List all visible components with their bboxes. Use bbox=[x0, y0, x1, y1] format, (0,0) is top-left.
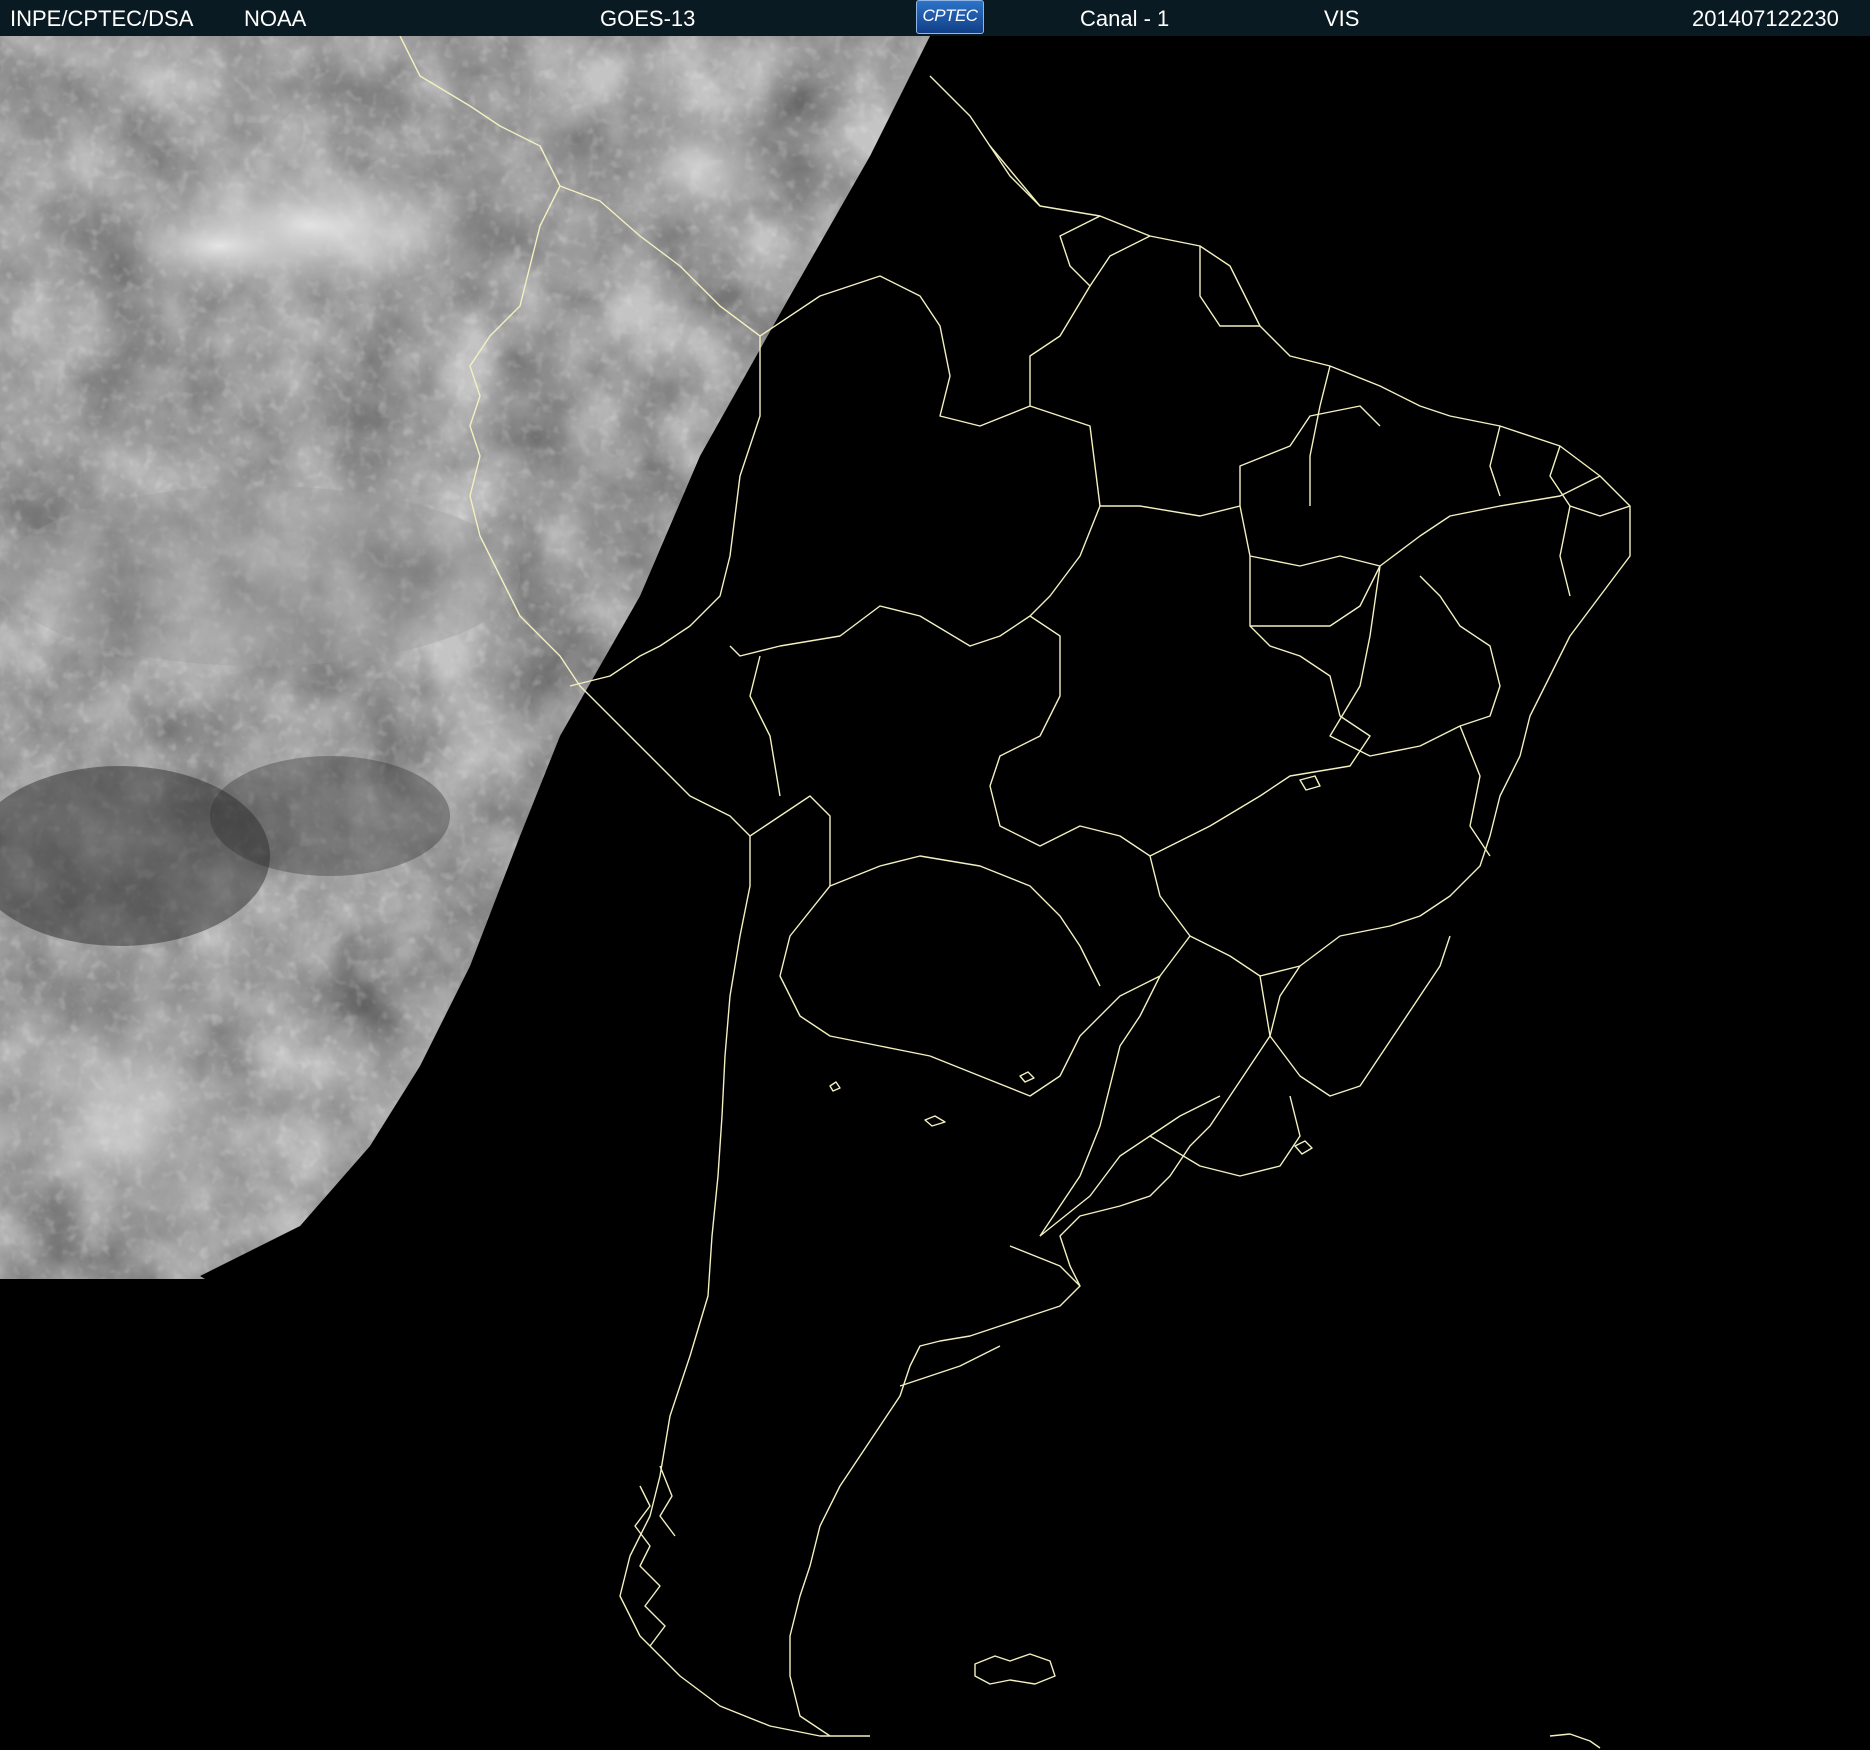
agency-label: INPE/CPTEC/DSA bbox=[10, 6, 194, 31]
band-label: VIS bbox=[1324, 6, 1360, 31]
channel-label: Canal - 1 bbox=[1080, 6, 1170, 31]
satellite-label: GOES-13 bbox=[600, 6, 696, 31]
cptec-logo: CPTEC bbox=[916, 0, 984, 34]
satellite-map bbox=[0, 36, 1870, 1750]
timestamp-label: 201407122230 bbox=[1692, 6, 1839, 31]
header-bar: INPE/CPTEC/DSA NOAA GOES-13 CPTEC Canal … bbox=[0, 0, 1870, 37]
provider-label: NOAA bbox=[244, 6, 307, 31]
